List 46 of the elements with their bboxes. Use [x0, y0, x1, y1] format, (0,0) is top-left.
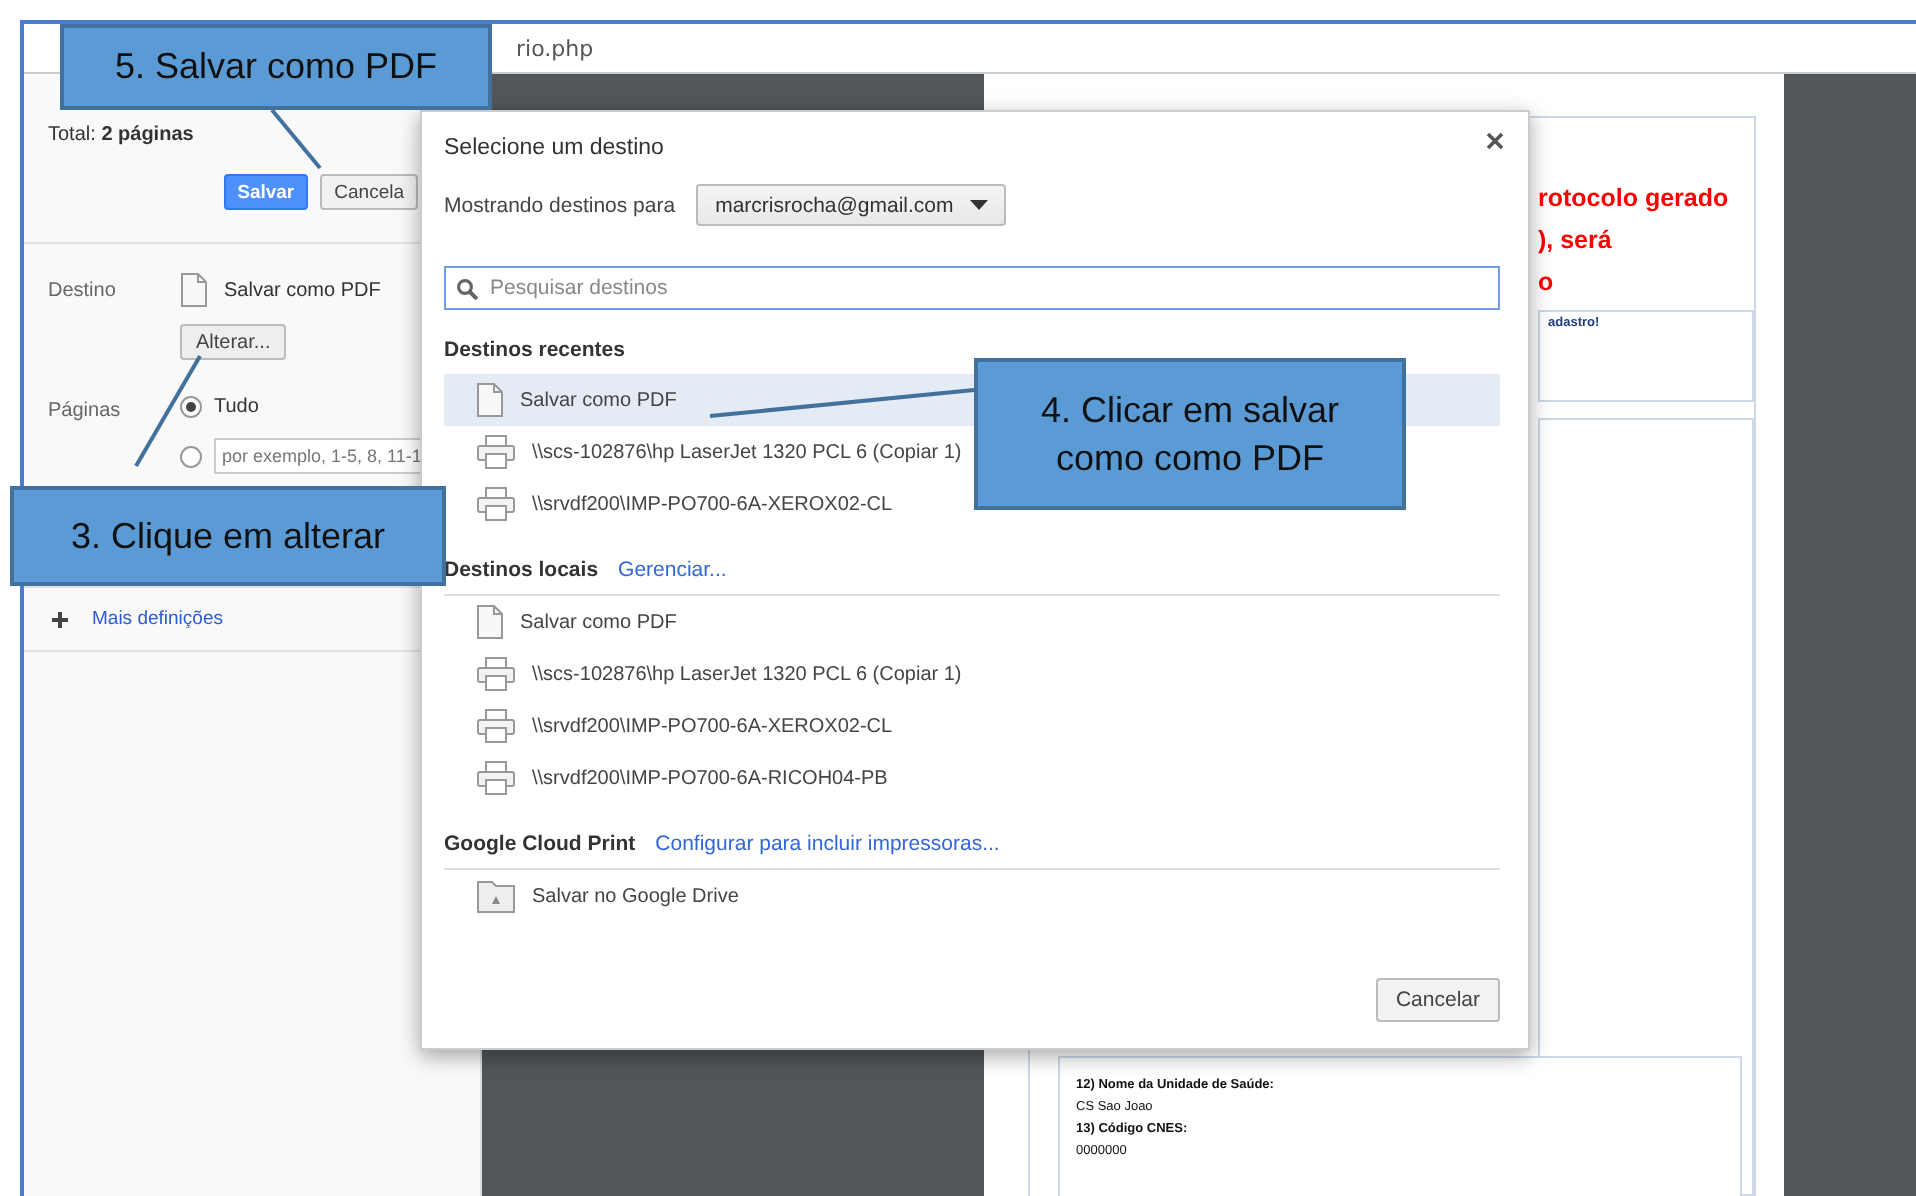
- destination-item[interactable]: \\scs-102876\hp LaserJet 1320 PCL 6 (Copiar 1): [444, 648, 970, 700]
- destination-item[interactable]: \\srvdf200\IMP-PO700-6A-RICOH04-PB: [444, 752, 896, 804]
- leader-line: [134, 355, 202, 467]
- section-title: Destinos locais: [444, 558, 599, 582]
- cancel-button[interactable]: Cancela: [320, 174, 418, 210]
- radio-button[interactable]: [180, 396, 202, 418]
- cancel-button[interactable]: Cancelar: [1375, 978, 1500, 1022]
- radio-button[interactable]: [180, 445, 202, 467]
- printer-icon: [476, 656, 516, 692]
- account-dropdown[interactable]: marcrisrocha@gmail.com: [695, 184, 1006, 226]
- destination-item[interactable]: Salvar no Google Drive: [444, 870, 747, 922]
- notice-text: rotocolo gerado: [1538, 184, 1729, 214]
- file-icon: [476, 604, 504, 640]
- destination-item[interactable]: Salvar como PDF: [444, 596, 685, 648]
- section-link[interactable]: Configurar para incluir impressoras...: [655, 832, 1000, 856]
- notice-text: ), será: [1538, 226, 1612, 256]
- dialog-title: Selecione um destino: [444, 136, 664, 160]
- search-field[interactable]: Pesquisar destinos: [444, 266, 1500, 310]
- callout-box: 3. Clique em alterar: [10, 486, 446, 586]
- destination-item[interactable]: \\srvdf200\IMP-PO700-6A-XEROX02-CL: [444, 700, 901, 752]
- section-title: Destinos recentes: [444, 338, 625, 362]
- more-settings-link[interactable]: Mais definições: [92, 608, 223, 630]
- printer-icon: [476, 486, 516, 522]
- callout-box: 5. Salvar como PDF: [60, 24, 492, 110]
- section-link[interactable]: Gerenciar...: [618, 558, 727, 582]
- caret-icon: [969, 200, 988, 210]
- page-total: Total: 2 páginas: [48, 124, 194, 146]
- account-label: Mostrando destinos para: [444, 193, 676, 217]
- section-title: Google Cloud Print: [444, 832, 636, 856]
- file-icon: [476, 382, 504, 418]
- destination-item[interactable]: \\srvdf200\IMP-PO700-6A-XEROX02-CL: [444, 478, 901, 530]
- destination-value: Salvar como PDF: [224, 279, 381, 301]
- printer-icon: [476, 760, 516, 796]
- notice-text: o: [1538, 268, 1554, 298]
- printer-icon: [476, 708, 516, 744]
- file-icon: [180, 272, 208, 308]
- destination-label: Destino: [48, 278, 118, 302]
- close-icon[interactable]: [1486, 132, 1504, 150]
- leader-line: [270, 108, 322, 170]
- drive-folder-icon: [476, 878, 516, 914]
- change-button[interactable]: Alterar...: [180, 324, 287, 360]
- option-label: Tudo: [214, 396, 259, 418]
- plus-icon: [52, 611, 68, 627]
- callout-box: 4. Clicar em salvar como como PDF: [974, 358, 1406, 510]
- printer-icon: [476, 434, 516, 470]
- pages-label: Páginas: [48, 398, 123, 422]
